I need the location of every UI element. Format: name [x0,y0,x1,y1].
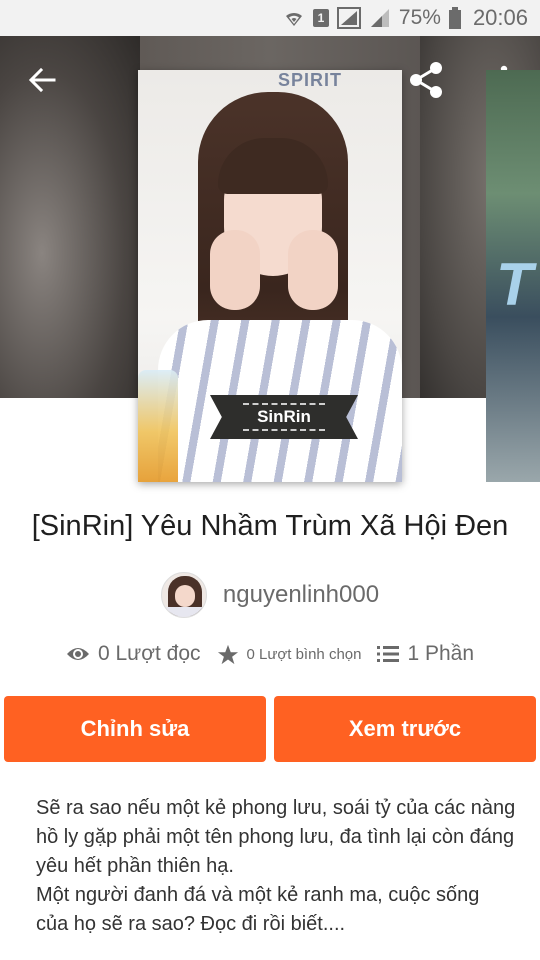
story-stats: 0 Lượt đọc 0 Lượt bình chọn 1 Phần [0,642,540,666]
story-cover-image[interactable]: SPIRIT SinRin [138,70,402,482]
story-title: [SinRin] Yêu Nhầm Trùm Xã Hội Đen [31,510,509,542]
cover-name-ribbon: SinRin [210,395,358,439]
sim-badge: 1 [312,9,329,27]
votes-stat: 0 Lượt bình chọn [217,644,362,665]
edit-button[interactable]: Chỉnh sửa [4,696,266,762]
wifi-icon [283,8,305,28]
author-avatar[interactable] [160,572,207,618]
cover-name-label: SinRin [243,403,325,431]
story-description: Sẽ ra sao nếu một kẻ phong lưu, soái tỷ … [36,794,516,939]
star-icon [217,644,238,664]
share-button[interactable] [402,56,450,104]
description-paragraph-2: Một người đanh đá và một kẻ ranh ma, cuộ… [36,884,480,935]
description-paragraph-1: Sẽ ra sao nếu một kẻ phong lưu, soái tỷ … [36,797,516,877]
list-icon [377,646,400,662]
battery-icon [448,7,461,29]
next-cover-image[interactable]: T [486,70,540,482]
parts-count: 1 Phần [407,642,475,665]
preview-button[interactable]: Xem trước [274,696,536,762]
cover-watermark: SPIRIT [278,70,343,90]
votes-count: 0 Lượt bình chọn [246,645,362,663]
status-bar: 1 75% 20:06 [0,0,540,36]
arrow-left-icon [28,67,56,93]
signal-icon [336,7,361,29]
signal-2-icon [369,7,391,29]
battery-percent: 75% [398,6,441,29]
parts-stat: 1 Phần [377,642,474,666]
share-icon [410,62,442,98]
eye-icon [66,648,89,660]
back-button[interactable] [20,58,64,102]
next-cover-decoration: T [496,251,533,318]
reads-count: 0 Lượt đọc [97,642,201,665]
reads-stat: 0 Lượt đọc [66,642,201,666]
author-name[interactable]: nguyenlinh000 [223,581,379,609]
clock: 20:06 [472,5,528,30]
author-row[interactable]: nguyenlinh000 [0,572,540,618]
